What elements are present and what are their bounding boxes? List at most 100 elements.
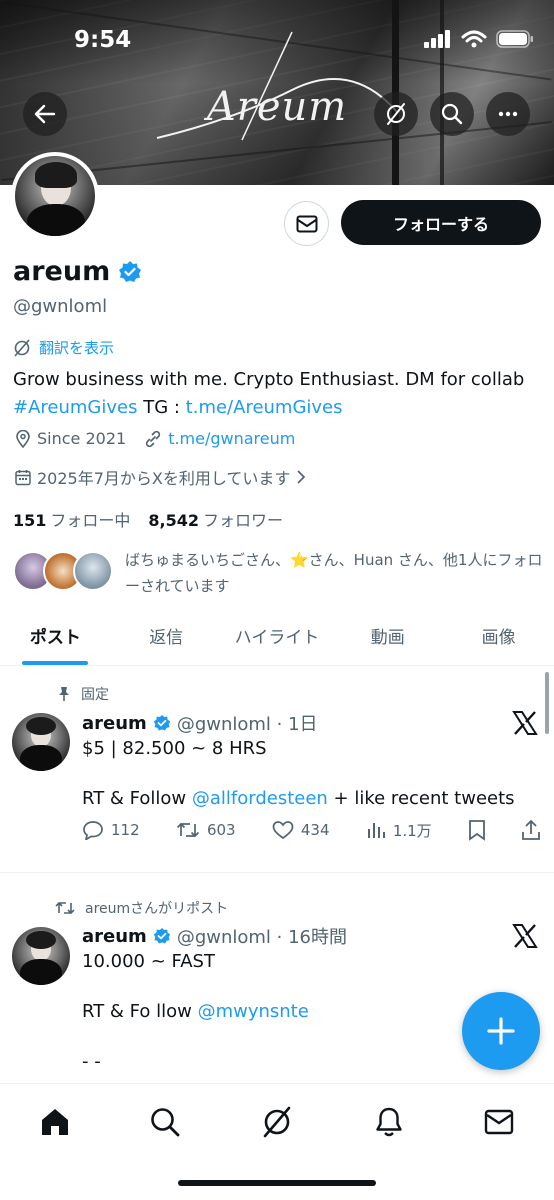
- bio-line-1: Grow business with me. Crypto Enthusiast…: [13, 369, 525, 390]
- post-context-label: 固定: [81, 687, 109, 703]
- grok-icon: [263, 1106, 291, 1138]
- following-count-link[interactable]: 151 フォロー中: [13, 507, 130, 531]
- followers-count-link[interactable]: 8,542 フォロワー: [148, 507, 283, 531]
- location-icon: [16, 429, 30, 448]
- nav-messages[interactable]: [479, 1102, 519, 1142]
- verified-badge-icon: [153, 928, 171, 944]
- post-author-name[interactable]: areum: [82, 926, 147, 947]
- known-follower-avatar: [73, 551, 113, 591]
- mail-icon: [296, 215, 317, 232]
- chevron-right-icon: [297, 470, 306, 484]
- post-line-3: - -: [82, 1051, 101, 1072]
- followers-count: 8,542: [148, 511, 200, 530]
- tab-media[interactable]: 画像: [443, 606, 554, 665]
- post-avatar[interactable]: [12, 713, 70, 771]
- nav-grok[interactable]: [257, 1102, 297, 1142]
- post-context: areumさんがリポスト: [55, 898, 228, 918]
- profile-website[interactable]: t.me/gwnareum: [168, 429, 295, 448]
- post-mention-link[interactable]: @allfordesteen: [192, 788, 328, 809]
- tab-replies[interactable]: 返信: [111, 606, 222, 665]
- tab-videos[interactable]: 動画: [332, 606, 443, 665]
- post-avatar[interactable]: [12, 927, 70, 985]
- x-logo-icon[interactable]: [512, 710, 538, 736]
- profile-location: Since 2021: [37, 429, 127, 448]
- tab-posts[interactable]: ポスト: [0, 606, 111, 665]
- arrow-left-icon: [34, 104, 56, 124]
- bookmark-icon[interactable]: [468, 819, 486, 841]
- nav-home[interactable]: [35, 1102, 75, 1142]
- follow-button[interactable]: フォローする: [341, 200, 541, 245]
- search-button[interactable]: [430, 92, 474, 136]
- bio-link[interactable]: t.me/AreumGives: [186, 397, 343, 418]
- mail-icon: [484, 1109, 514, 1135]
- following-label: フォロー中: [50, 511, 131, 530]
- reply-icon: [83, 821, 103, 840]
- nav-notifications[interactable]: [369, 1102, 409, 1142]
- profile-tabs: ポスト 返信 ハイライト 動画 画像: [0, 606, 554, 666]
- post-line-1: 10.000 ~ FAST: [82, 951, 215, 972]
- views-button[interactable]: 1.1万: [366, 820, 432, 841]
- reply-button[interactable]: 112: [82, 820, 140, 840]
- post-line-1: $5 | 82.500 ~ 8 HRS: [82, 738, 267, 759]
- post-extra-actions: [468, 819, 542, 841]
- compose-button[interactable]: [462, 992, 540, 1070]
- bio-hashtag-link[interactable]: #AreumGives: [13, 397, 137, 418]
- nav-search[interactable]: [145, 1102, 185, 1142]
- profile-joined-row[interactable]: 2025年7月からXを利用しています: [15, 465, 306, 489]
- grok-button[interactable]: [374, 92, 418, 136]
- post-item[interactable]: 固定 areum @gwnloml · 1日 $5 | 82.500 ~ 8 H…: [0, 667, 554, 872]
- post-handle-time: @gwnloml · 1日: [176, 714, 318, 735]
- post-line-2: RT & Follow @allfordesteen + like recent…: [82, 786, 532, 811]
- post-text: 10.000 ~ FAST RT & Fo llow @mwynsnte - -: [82, 949, 532, 1074]
- back-button[interactable]: [23, 92, 67, 136]
- translate-label: 翻訳を表示: [39, 339, 115, 357]
- search-icon: [441, 103, 463, 125]
- views-count: 1.1万: [392, 821, 432, 840]
- verified-badge-icon[interactable]: [118, 260, 142, 284]
- bio-line-2: #AreumGives TG : t.me/AreumGives: [13, 394, 543, 422]
- message-button[interactable]: [284, 201, 329, 246]
- known-followers-text: ばちゅまるいちごさん、⭐さん、Huan さん、他1人にフォローされています: [125, 551, 543, 595]
- post-mention-link[interactable]: @mwynsnte: [198, 1001, 309, 1022]
- translate-link[interactable]: 翻訳を表示: [13, 337, 114, 358]
- heart-icon: [272, 821, 294, 840]
- link-icon: [146, 430, 161, 447]
- tab-highlights[interactable]: ハイライト: [222, 606, 333, 665]
- profile-meta-row: Since 2021 t.me/gwnareum: [15, 429, 295, 448]
- repost-icon: [55, 901, 75, 915]
- avatar-body: [20, 745, 62, 771]
- post-handle-time: @gwnloml · 16時間: [176, 927, 347, 948]
- reply-count: 112: [111, 821, 140, 839]
- translate-icon: [14, 338, 30, 357]
- profile-joined: 2025年7月からXを利用しています: [37, 469, 291, 488]
- avatar-hair: [26, 717, 56, 735]
- x-logo-icon[interactable]: [512, 923, 538, 949]
- search-icon: [151, 1108, 180, 1137]
- home-indicator: [178, 1180, 376, 1186]
- post-line-2-prefix: RT & Follow: [82, 788, 192, 809]
- followers-label: フォロワー: [203, 511, 284, 530]
- share-icon[interactable]: [520, 819, 542, 841]
- profile-name: areum: [13, 256, 142, 287]
- known-followers[interactable]: ばちゅまるいちごさん、⭐さん、Huan さん、他1人にフォローされています: [13, 547, 543, 597]
- repost-button[interactable]: 603: [176, 820, 236, 840]
- profile-avatar[interactable]: [11, 152, 99, 240]
- post-text: $5 | 82.500 ~ 8 HRS RT & Follow @allford…: [82, 736, 532, 811]
- following-count: 151: [13, 511, 47, 530]
- views-icon: [367, 823, 385, 838]
- post-header: areum @gwnloml · 1日: [82, 710, 318, 736]
- like-button[interactable]: 434: [272, 820, 330, 840]
- display-name: areum: [13, 256, 111, 287]
- more-button[interactable]: [486, 92, 530, 136]
- plus-icon: [487, 1017, 515, 1045]
- avatar-body: [27, 204, 85, 236]
- calendar-icon: [15, 469, 31, 485]
- pin-icon: [59, 687, 69, 701]
- bio-tg-prefix: TG :: [137, 397, 186, 418]
- signal-icon: [424, 30, 450, 48]
- like-count: 434: [300, 821, 330, 839]
- post-context: 固定: [55, 684, 109, 704]
- post-author-name[interactable]: areum: [82, 713, 147, 734]
- post-line-2-suffix: + like recent tweets: [327, 788, 515, 809]
- profile-bio: Grow business with me. Crypto Enthusiast…: [13, 366, 543, 422]
